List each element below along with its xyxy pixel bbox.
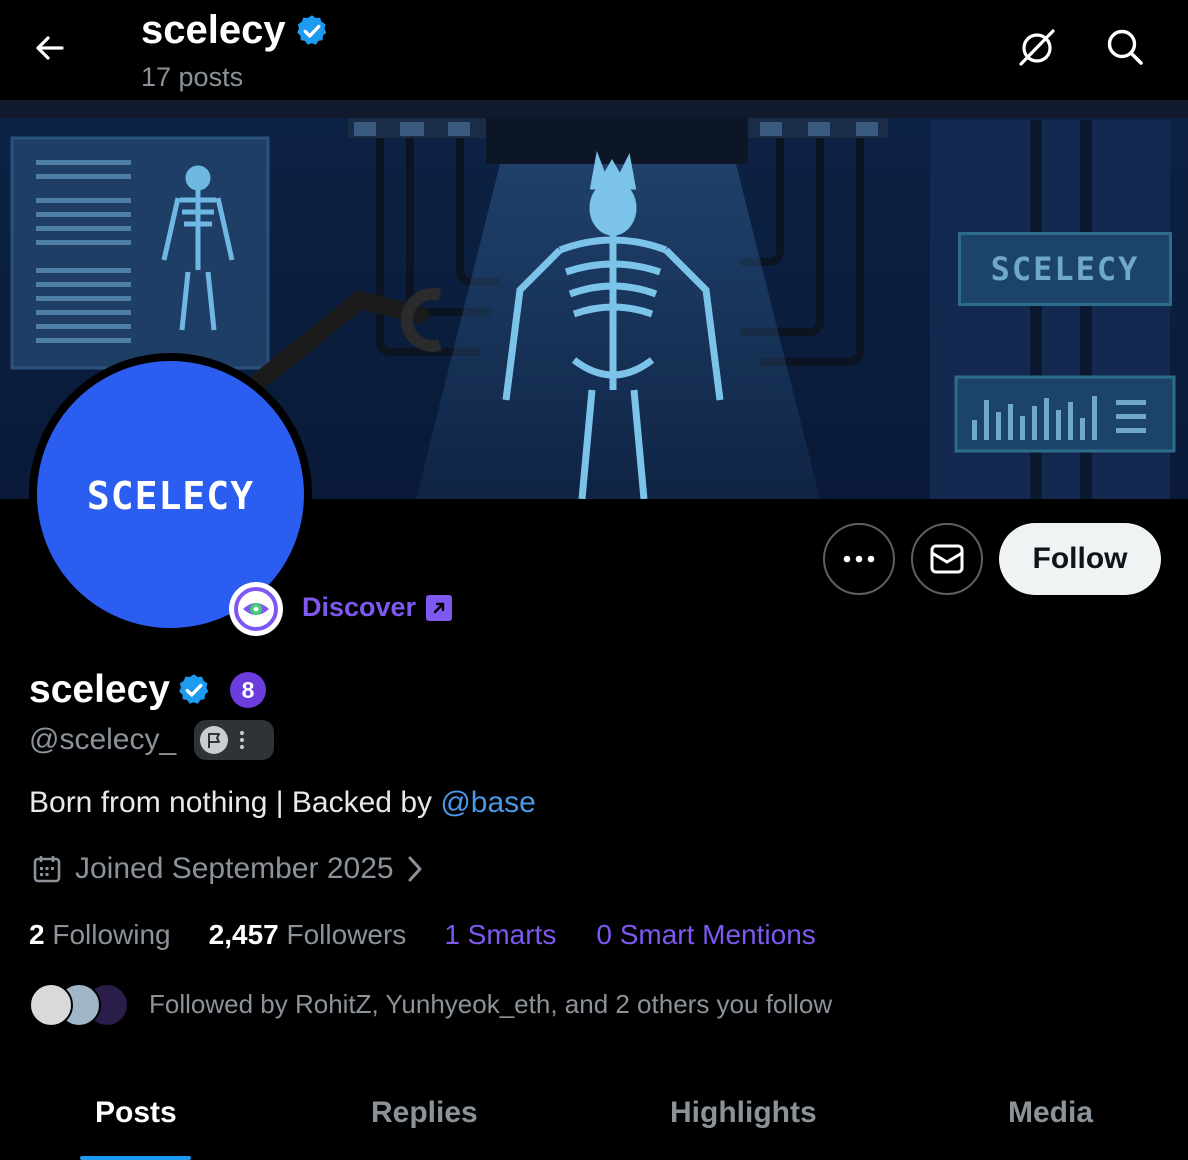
followed-by-row[interactable]: Followed by RohitZ, Yunhyeok_eth, and 2 …	[29, 981, 832, 1027]
tab-posts[interactable]: Posts	[95, 1096, 177, 1130]
tab-highlights[interactable]: Highlights	[670, 1096, 817, 1130]
message-button[interactable]	[911, 523, 983, 595]
chevron-right-icon	[408, 856, 422, 882]
following-stat[interactable]: 2 Following	[29, 919, 171, 951]
envelope-icon	[930, 544, 964, 574]
user-handle: @scelecy_	[29, 723, 177, 756]
external-link-icon	[426, 594, 453, 621]
tab-media[interactable]: Media	[1008, 1096, 1093, 1130]
verified-badge-icon	[296, 14, 326, 45]
arrow-left-icon	[36, 36, 64, 60]
following-count: 2	[29, 919, 45, 950]
tab-replies[interactable]: Replies	[371, 1096, 478, 1130]
bio-mention-link[interactable]: @base	[440, 786, 536, 819]
following-label: Following	[44, 919, 171, 950]
banner-label: SCELECY	[958, 232, 1172, 306]
discover-link[interactable]: Discover	[302, 592, 453, 623]
bio: Born from nothing | Backed by @base	[29, 786, 536, 820]
verified-badge-icon[interactable]	[176, 672, 212, 708]
grok-button[interactable]	[1014, 24, 1060, 70]
flag-icon	[200, 726, 229, 754]
active-tab-indicator	[80, 1156, 191, 1160]
follow-button[interactable]: Follow	[999, 523, 1161, 595]
grok-icon	[1019, 29, 1055, 66]
follower-avatars	[29, 981, 129, 1027]
kebab-icon	[240, 731, 245, 749]
posts-count: 17 posts	[141, 62, 244, 92]
followers-stat[interactable]: 2,457 Followers	[209, 919, 407, 951]
follower-avatar	[29, 983, 73, 1027]
eye-badge[interactable]	[229, 582, 283, 636]
profile-tabs: Posts Replies Highlights Media	[0, 1080, 1188, 1160]
back-button[interactable]	[30, 28, 70, 68]
smart-mentions-stat[interactable]: 0 Smart Mentions	[596, 919, 815, 951]
bio-text: Born from nothing | Backed by	[29, 786, 441, 819]
search-button[interactable]	[1102, 24, 1148, 70]
avatar-logo-text: SCELECY	[86, 473, 255, 518]
followers-label: Followers	[278, 919, 407, 950]
more-options-button[interactable]	[823, 523, 895, 595]
discover-label: Discover	[302, 592, 417, 622]
top-bar: scelecy 17 posts	[0, 0, 1188, 100]
profile-stats: 2 Following 2,457 Followers 1 Smarts 0 S…	[29, 919, 816, 951]
flag-pill[interactable]	[194, 720, 275, 760]
header-title-row: scelecy	[141, 8, 330, 53]
smarts-stat[interactable]: 1 Smarts	[444, 919, 556, 951]
more-dots-icon	[843, 555, 875, 563]
joined-date: Joined September 2025	[75, 852, 394, 885]
joined-date-row[interactable]: Joined September 2025	[31, 852, 424, 886]
score-badge[interactable]: 8	[229, 672, 266, 708]
search-icon	[1107, 29, 1143, 65]
eye-icon	[234, 587, 278, 631]
display-name: scelecy	[29, 668, 170, 711]
header-title: scelecy	[141, 8, 286, 52]
name-row: scelecy 8	[29, 668, 266, 712]
followed-by-text: Followed by RohitZ, Yunhyeok_eth, and 2 …	[149, 988, 833, 1019]
calendar-icon	[33, 856, 61, 883]
followers-count: 2,457	[208, 919, 279, 950]
handle-row: @scelecy_	[29, 720, 275, 760]
